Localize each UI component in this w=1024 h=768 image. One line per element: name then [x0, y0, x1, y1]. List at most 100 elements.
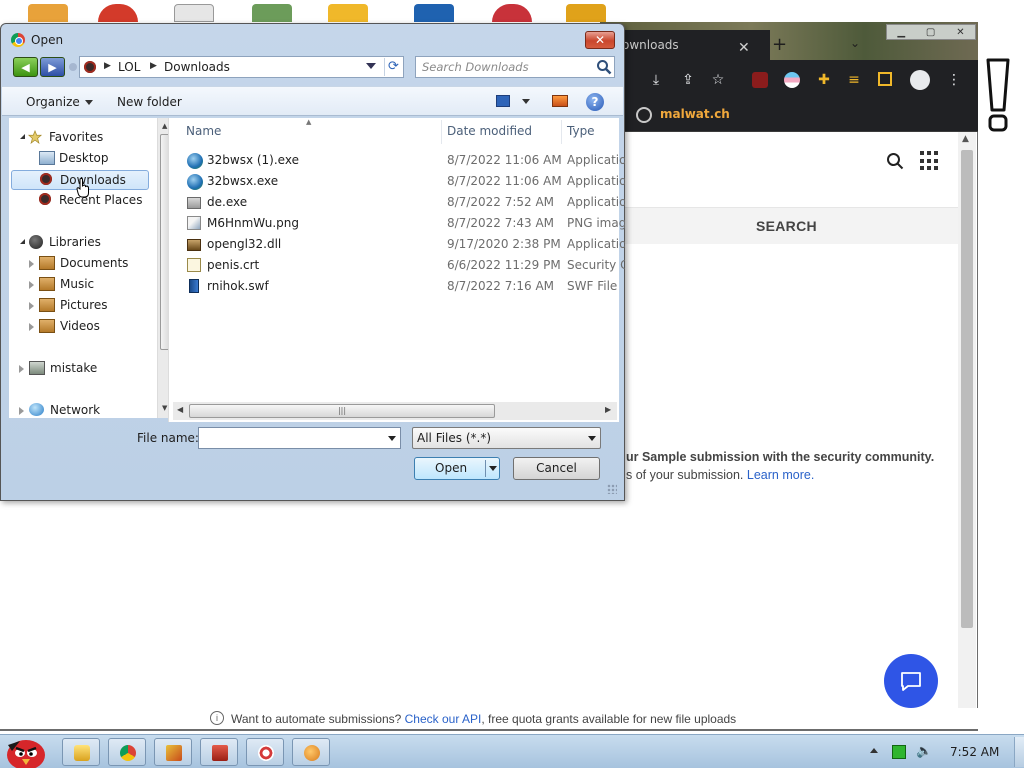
nav-desktop[interactable]: Desktop	[9, 149, 149, 169]
clock[interactable]: 7:52 AM	[950, 745, 999, 759]
flag-extension-icon[interactable]	[784, 72, 800, 88]
star-icon[interactable]: ☆	[710, 72, 726, 88]
collapsed-arrow-icon[interactable]	[29, 302, 34, 310]
desktop-icon-3[interactable]	[174, 4, 214, 22]
taskbar-chrome-button[interactable]	[108, 738, 146, 766]
new-folder-button[interactable]: New folder	[117, 95, 182, 109]
nav-favorites[interactable]: Favorites	[9, 128, 149, 148]
search-nav-label[interactable]: SEARCH	[756, 218, 817, 234]
scroll-right-icon[interactable]: ▶	[605, 405, 611, 414]
file-row[interactable]: penis.crt 6/6/2022 11:29 PM Security C	[185, 256, 625, 277]
breadcrumb-lol[interactable]: LOL	[118, 60, 140, 74]
horizontal-scrollbar[interactable]: ◀ ||| ▶	[173, 402, 617, 420]
nav-music[interactable]: Music	[9, 275, 149, 295]
bookmark-malwatch[interactable]: malwat.ch	[660, 107, 730, 121]
show-desktop-button[interactable]	[1014, 737, 1024, 767]
search-downloads-input[interactable]	[422, 59, 590, 75]
taskbar-app6-button[interactable]	[292, 738, 330, 766]
close-icon[interactable]: ✕	[956, 27, 964, 38]
desktop-icon-1[interactable]	[28, 4, 68, 22]
share-icon[interactable]: ⇪	[680, 72, 696, 88]
back-button[interactable]: ◀	[13, 57, 38, 77]
browser-tab[interactable]: ownloads ✕	[600, 30, 770, 60]
file-row[interactable]: 32bwsx.exe 8/7/2022 11:06 AM Applicatio	[185, 172, 625, 193]
file-row[interactable]: 32bwsx (1).exe 8/7/2022 11:06 AM Applica…	[185, 151, 625, 172]
page-scroll-thumb[interactable]	[961, 150, 973, 628]
file-name-dropdown-icon[interactable]	[388, 436, 396, 441]
network-status-icon[interactable]	[892, 745, 906, 759]
change-view-icon[interactable]	[496, 95, 510, 107]
preview-pane-icon[interactable]	[552, 95, 568, 107]
check-api-link[interactable]: Check our API	[405, 712, 482, 726]
desktop-icon-5[interactable]	[328, 4, 368, 22]
scroll-left-icon[interactable]: ◀	[177, 405, 183, 414]
tab-close-icon[interactable]: ✕	[738, 40, 750, 56]
breadcrumb-downloads[interactable]: Downloads	[164, 60, 230, 74]
nav-documents[interactable]: Documents	[9, 254, 149, 274]
horizontal-scroll-thumb[interactable]: |||	[189, 404, 495, 418]
forward-button[interactable]: ▶	[40, 57, 65, 77]
file-type-filter-select[interactable]: All Files (*.*)	[412, 427, 601, 449]
column-header-name[interactable]: Name	[186, 124, 221, 138]
refresh-icon[interactable]: ⟳	[384, 58, 402, 76]
open-options-arrow-icon[interactable]	[489, 466, 497, 471]
side-panel-icon[interactable]	[878, 72, 892, 86]
file-name-input[interactable]	[198, 427, 401, 449]
open-button[interactable]: Open	[414, 457, 500, 480]
volume-icon[interactable]: 🔈	[916, 745, 932, 759]
desktop-icon-6[interactable]	[414, 4, 454, 22]
kebab-menu-icon[interactable]: ⋮	[946, 72, 962, 88]
collapsed-arrow-icon[interactable]	[29, 323, 34, 331]
expanded-arrow-icon[interactable]	[17, 239, 25, 244]
search-icon[interactable]	[886, 152, 904, 170]
resize-grip[interactable]	[607, 484, 617, 494]
new-tab-icon[interactable]: +	[772, 34, 787, 55]
start-button-angry-bird-icon[interactable]	[2, 731, 48, 768]
desktop-icon-8[interactable]	[566, 4, 606, 22]
taskbar-app5-button[interactable]	[246, 738, 284, 766]
help-icon[interactable]: ?	[586, 93, 604, 111]
nav-network[interactable]: Network	[9, 401, 149, 421]
view-options-chevron-icon[interactable]	[522, 99, 530, 104]
nav-libraries[interactable]: Libraries	[9, 233, 149, 253]
breadcrumb-separator-icon[interactable]: ▶	[150, 61, 157, 71]
recent-locations-icon[interactable]	[69, 63, 77, 71]
collapsed-arrow-icon[interactable]	[19, 365, 24, 373]
taskbar-app4-button[interactable]	[200, 738, 238, 766]
column-divider[interactable]	[441, 120, 442, 144]
file-row[interactable]: de.exe 8/7/2022 7:52 AM Applicatio	[185, 193, 625, 214]
desktop-icon-7[interactable]	[492, 4, 532, 22]
scroll-down-icon[interactable]: ▼	[162, 404, 167, 412]
nav-videos[interactable]: Videos	[9, 317, 149, 337]
file-row[interactable]: opengl32.dll 9/17/2020 2:38 PM Applicati…	[185, 235, 625, 256]
ublock-extension-icon[interactable]	[752, 72, 768, 88]
address-dropdown-icon[interactable]	[366, 63, 376, 69]
download-icon[interactable]: ⤓	[648, 72, 664, 88]
breadcrumb-separator-icon[interactable]: ▶	[104, 61, 111, 71]
address-bar[interactable]: ▶ LOL ▶ Downloads ⟳	[79, 56, 404, 78]
search-nav-bar[interactable]: SEARCH	[600, 208, 958, 244]
dialog-close-button[interactable]: ✕	[585, 31, 615, 49]
chat-button[interactable]	[884, 654, 938, 708]
apps-grid-icon[interactable]	[920, 151, 940, 171]
search-icon[interactable]	[596, 59, 612, 75]
tab-search-chevron-icon[interactable]: ⌄	[850, 36, 860, 50]
cancel-button[interactable]: Cancel	[513, 457, 600, 480]
scroll-up-icon[interactable]: ▲	[162, 122, 167, 130]
desktop-icon-4[interactable]	[252, 4, 292, 22]
nav-mistake[interactable]: mistake	[9, 359, 149, 379]
collapsed-arrow-icon[interactable]	[19, 407, 24, 415]
column-divider[interactable]	[561, 120, 562, 144]
file-row[interactable]: M6HnmWu.png 8/7/2022 7:43 AM PNG imag	[185, 214, 625, 235]
column-header-date-modified[interactable]: Date modified	[447, 124, 532, 138]
maximize-icon[interactable]: ▢	[926, 27, 935, 38]
desktop-icon-2[interactable]	[98, 4, 138, 22]
minimize-icon[interactable]: ▁	[897, 27, 905, 38]
file-row[interactable]: rnihok.swf 8/7/2022 7:16 AM SWF File	[185, 277, 625, 298]
taskbar-app3-button[interactable]	[154, 738, 192, 766]
profile-avatar-icon[interactable]	[910, 70, 930, 90]
show-hidden-icons-icon[interactable]	[870, 748, 878, 753]
expanded-arrow-icon[interactable]	[17, 134, 25, 139]
nav-pictures[interactable]: Pictures	[9, 296, 149, 316]
column-header-type[interactable]: Type	[567, 124, 595, 138]
